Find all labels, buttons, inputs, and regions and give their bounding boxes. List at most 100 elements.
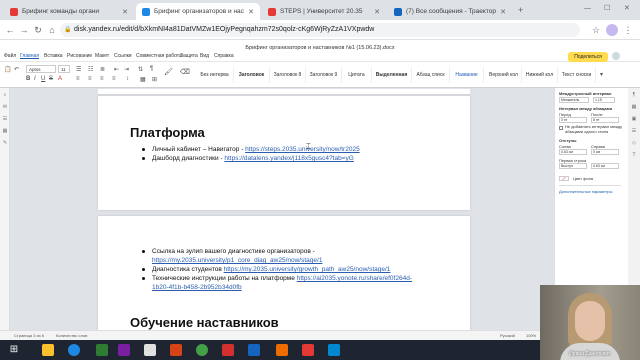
new-tab-button[interactable]: + — [518, 5, 523, 15]
document-page-2[interactable]: Ссылка на зулип вашего диагностике орган… — [98, 216, 470, 330]
tab-close-icon[interactable]: ✕ — [122, 8, 128, 16]
advanced-settings-link[interactable]: Дополнительные параметры — [559, 189, 612, 194]
hyperlink[interactable]: https://ai2035.yonote.ru/share/ef0f264d- — [297, 275, 412, 282]
browser-tab-4[interactable]: (7) Все сообщения - Траектор ✕ — [388, 3, 512, 20]
table-settings-icon[interactable]: ▦ — [631, 104, 637, 110]
word-count[interactable]: Количество слов — [56, 333, 87, 338]
no-space-checkbox[interactable] — [559, 126, 563, 130]
bookmark-star-icon[interactable]: ☆ — [590, 24, 602, 36]
app-icon[interactable] — [276, 344, 288, 356]
style-quote[interactable]: Цитата — [342, 67, 372, 83]
menu-file[interactable]: Файл — [4, 53, 16, 59]
line-spacing-type-select[interactable]: Множитель — [559, 97, 589, 103]
home-icon[interactable]: ⌂ — [46, 24, 58, 36]
hyperlink[interactable]: https://datalens.yandex/j118x5gusc4?tab=… — [224, 155, 353, 162]
align-right-icon[interactable]: ≡ — [100, 76, 104, 82]
menu-layout[interactable]: Макет — [95, 53, 109, 59]
excel-icon[interactable] — [96, 344, 108, 356]
browser-tab-2[interactable]: Брифинг организаторов и нас ✕ — [136, 3, 260, 20]
menu-insert[interactable]: Вставка — [44, 53, 63, 59]
window-close-icon[interactable]: ✕ — [624, 4, 630, 12]
menu-help[interactable]: Справка — [214, 53, 234, 59]
underline-icon[interactable]: U — [41, 76, 45, 82]
decrease-indent-icon[interactable]: ⇤ — [114, 66, 119, 73]
url-input[interactable]: 🔒 disk.yandex.ru/edit/d/bXkmNI4a81DatVMZ… — [60, 23, 580, 37]
chrome-icon[interactable] — [196, 344, 208, 356]
menu-draw[interactable]: Рисование — [67, 53, 92, 59]
style-title[interactable]: Название — [450, 67, 484, 83]
align-justify-icon[interactable]: ≡ — [112, 76, 116, 82]
acrobat-icon[interactable] — [222, 344, 234, 356]
line-spacing-icon[interactable]: ↕ — [126, 76, 129, 82]
shading-icon[interactable]: ▦ — [140, 76, 146, 83]
windows-start-icon[interactable]: ⊞ — [8, 344, 20, 356]
powerpoint-icon[interactable] — [170, 344, 182, 356]
back-icon[interactable]: ← — [4, 24, 16, 36]
menu-protect[interactable]: Защита — [180, 53, 198, 59]
language-indicator[interactable]: Русский — [500, 333, 515, 338]
image-settings-icon[interactable]: ▣ — [631, 116, 637, 122]
first-line-type-select[interactable]: Выступ — [559, 163, 587, 169]
menu-collaboration[interactable]: Совместная работа — [136, 53, 182, 59]
styles-expand-icon[interactable]: ▾ — [600, 71, 603, 78]
edge-browser-icon[interactable] — [68, 344, 80, 356]
hyperlink[interactable]: https://my.2035.university/growth_path_a… — [224, 266, 391, 273]
style-no-spacing[interactable]: Без интерва — [196, 67, 234, 83]
calculator-icon[interactable] — [144, 344, 156, 356]
borders-icon[interactable]: ⊞ — [152, 76, 157, 83]
tab-close-icon[interactable]: ✕ — [374, 8, 380, 16]
left-indent-input[interactable]: 0.63 см — [559, 149, 587, 155]
search-icon[interactable]: ⌕ — [2, 92, 8, 98]
menu-references[interactable]: Ссылки — [114, 53, 132, 59]
horizontal-ruler[interactable] — [98, 89, 470, 95]
paragraph-settings-icon[interactable]: ¶ — [631, 92, 637, 98]
hyperlink[interactable]: https://steps.2035.university/now/tr2025 — [245, 146, 360, 153]
bold-icon[interactable]: B — [26, 76, 30, 82]
user-avatar[interactable] — [612, 52, 620, 60]
numbered-list-icon[interactable]: ☷ — [88, 66, 93, 73]
style-heading[interactable]: Заголовок — [234, 67, 270, 83]
after-spacing-input[interactable]: 8 пт — [591, 117, 619, 123]
browser-tab-1[interactable]: Брифинг команды органи ✕ — [4, 3, 134, 20]
navigation-icon[interactable]: ☰ — [2, 116, 8, 122]
chat-icon[interactable]: ✎ — [2, 140, 8, 146]
style-header[interactable]: Верхний кол — [486, 67, 522, 83]
word-icon[interactable] — [248, 344, 260, 356]
italic-icon[interactable]: I — [34, 76, 36, 82]
background-color-swatch[interactable] — [559, 176, 569, 181]
teams-icon[interactable] — [118, 344, 130, 356]
align-left-icon[interactable]: ≡ — [76, 76, 80, 82]
shape-settings-icon[interactable]: ◇ — [631, 140, 637, 146]
line-spacing-value-input[interactable]: 1.15 — [593, 97, 615, 103]
header-footer-icon[interactable]: ☰ — [631, 128, 637, 134]
style-heading-8[interactable]: Заголовок 8 — [270, 67, 306, 83]
tables-icon[interactable]: ▦ — [2, 128, 8, 134]
paste-icon[interactable]: 📋 — [4, 66, 11, 73]
menu-home[interactable]: Главная — [20, 53, 39, 59]
forward-icon[interactable]: → — [18, 24, 30, 36]
style-heading-9[interactable]: Заголовок 9 — [306, 67, 342, 83]
hyperlink[interactable]: https://my.2035.university/p1_core_diag_… — [152, 257, 322, 264]
profile-avatar[interactable] — [606, 24, 618, 36]
multilevel-list-icon[interactable]: ≣ — [100, 66, 105, 73]
comments-icon[interactable]: ✉ — [2, 104, 8, 110]
maximize-icon[interactable]: ☐ — [604, 4, 610, 12]
paragraph-marks-icon[interactable]: ¶ — [150, 66, 153, 72]
font-size-select[interactable]: 11 — [58, 65, 70, 73]
style-footnote[interactable]: Текст сноски — [558, 67, 596, 83]
align-center-icon[interactable]: ≡ — [88, 76, 92, 82]
yandex-icon[interactable] — [302, 344, 314, 356]
right-indent-input[interactable]: 0 см — [591, 149, 619, 155]
style-intense[interactable]: Выделенная — [372, 67, 412, 83]
strikethrough-icon[interactable]: S — [49, 76, 53, 82]
reload-icon[interactable]: ↻ — [32, 24, 44, 36]
undo-icon[interactable]: ↶ — [14, 66, 19, 73]
tab-close-icon[interactable]: ✕ — [500, 8, 506, 16]
minimize-icon[interactable]: — — [584, 5, 591, 12]
style-list-paragraph[interactable]: Абзац списк — [412, 67, 450, 83]
menu-view[interactable]: Вид — [200, 53, 209, 59]
share-button[interactable]: Поделиться — [568, 52, 608, 62]
before-spacing-input[interactable]: 0 пт — [559, 117, 587, 123]
clear-format-icon[interactable]: ⌫ — [180, 68, 190, 76]
increase-indent-icon[interactable]: ⇥ — [124, 66, 129, 73]
